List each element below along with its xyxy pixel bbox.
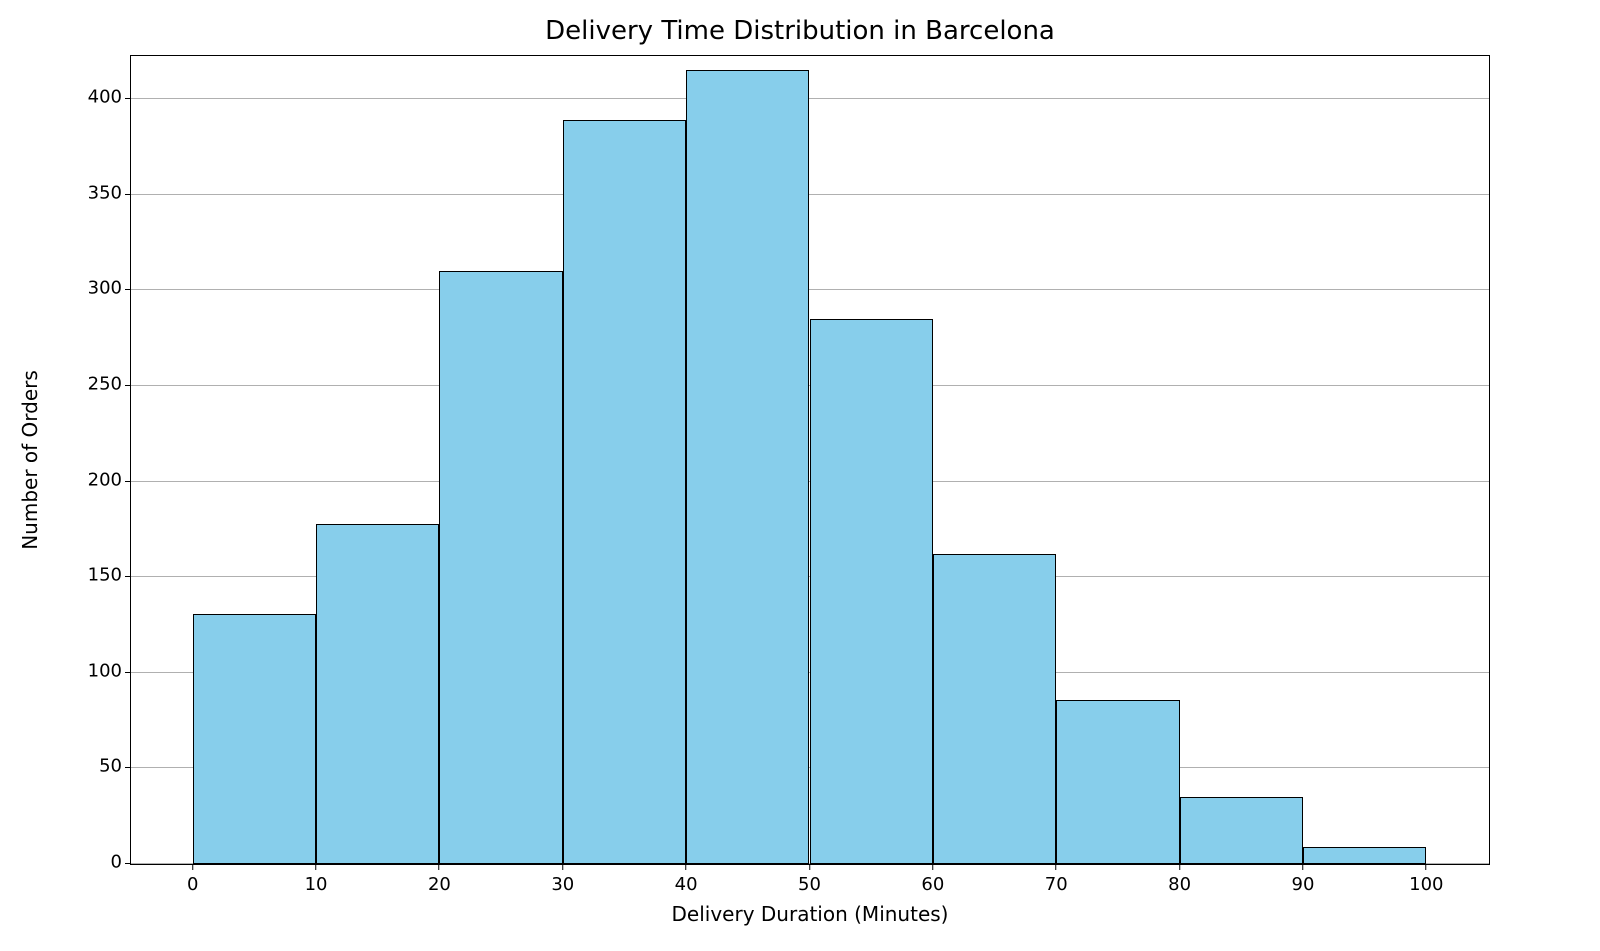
x-axis-label: Delivery Duration (Minutes) (131, 902, 1489, 926)
x-tick-label: 100 (1409, 864, 1443, 895)
histogram-bar (1303, 847, 1426, 864)
x-tick-label: 30 (551, 864, 574, 895)
y-tick-label: 300 (62, 278, 122, 299)
y-tick-mark (125, 385, 131, 386)
grid-line (131, 194, 1489, 195)
histogram-bar (316, 524, 439, 864)
y-tick-label: 150 (62, 565, 122, 586)
histogram-bar (193, 614, 316, 865)
plot-area: Delivery Duration (Minutes) 010203040506… (130, 55, 1490, 865)
y-tick-mark (125, 863, 131, 864)
histogram-bar (1180, 797, 1303, 864)
y-axis-label: Number of Orders (18, 370, 42, 550)
y-tick-label: 250 (62, 373, 122, 394)
y-tick-label: 0 (62, 852, 122, 873)
x-tick-label: 70 (1045, 864, 1068, 895)
y-tick-label: 200 (62, 469, 122, 490)
x-tick-label: 20 (428, 864, 451, 895)
histogram-bar (810, 319, 933, 864)
y-tick-mark (125, 98, 131, 99)
grid-line (131, 98, 1489, 99)
histogram-bar (686, 70, 809, 864)
y-tick-label: 50 (62, 756, 122, 777)
x-tick-label: 50 (798, 864, 821, 895)
y-tick-mark (125, 194, 131, 195)
histogram-bar (563, 120, 686, 864)
y-tick-mark (125, 289, 131, 290)
x-tick-label: 80 (1168, 864, 1191, 895)
chart-title: Delivery Time Distribution in Barcelona (0, 16, 1600, 46)
x-tick-label: 10 (305, 864, 328, 895)
y-tick-mark (125, 481, 131, 482)
grid-line (131, 289, 1489, 290)
x-tick-label: 60 (921, 864, 944, 895)
histogram-bar (439, 271, 562, 864)
y-tick-label: 100 (62, 660, 122, 681)
figure: Delivery Time Distribution in Barcelona … (0, 0, 1600, 951)
histogram-bar (1056, 700, 1179, 864)
y-tick-label: 350 (62, 182, 122, 203)
y-tick-mark (125, 672, 131, 673)
x-tick-label: 0 (187, 864, 198, 895)
x-tick-label: 90 (1292, 864, 1315, 895)
y-tick-mark (125, 576, 131, 577)
x-tick-label: 40 (675, 864, 698, 895)
y-tick-label: 400 (62, 87, 122, 108)
histogram-bar (933, 554, 1056, 864)
y-tick-mark (125, 767, 131, 768)
